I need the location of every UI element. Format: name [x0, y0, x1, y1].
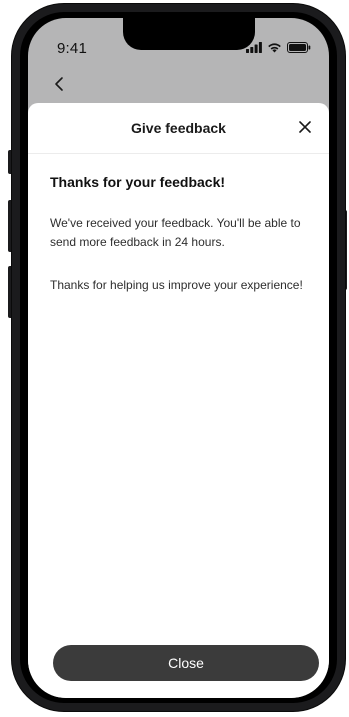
- thanks-message: Thanks for helping us improve your exper…: [50, 278, 303, 292]
- close-icon[interactable]: [295, 117, 315, 137]
- close-button[interactable]: Close: [53, 645, 319, 681]
- sheet-header: Give feedback: [28, 103, 329, 154]
- confirmation-heading: Thanks for your feedback!: [50, 174, 226, 190]
- sheet-title: Give feedback: [131, 120, 226, 136]
- feedback-sheet: Give feedback Thanks for your feedback! …: [28, 103, 329, 698]
- confirmation-message: We've received your feedback. You'll be …: [50, 216, 301, 249]
- status-time: 9:41: [57, 40, 87, 57]
- signal-icon: [246, 42, 262, 53]
- phone-screen: 9:41 Give feedback Thanks for your feedb…: [28, 18, 329, 698]
- status-icons: [246, 42, 311, 53]
- battery-icon: [287, 42, 311, 53]
- chevron-left-icon[interactable]: [48, 72, 72, 96]
- phone-mockup: 9:41 Give feedback Thanks for your feedb…: [0, 0, 349, 717]
- wifi-icon: [268, 43, 281, 53]
- notch: [123, 18, 255, 50]
